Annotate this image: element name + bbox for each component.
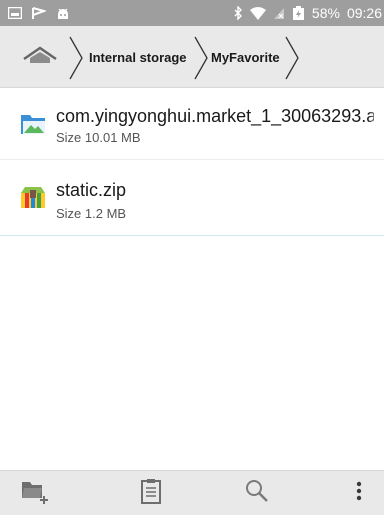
breadcrumb: Internal storage MyFavorite <box>0 26 384 88</box>
more-options-icon <box>356 481 362 506</box>
home-icon <box>20 46 60 74</box>
no-sim-icon <box>273 7 285 20</box>
new-folder-button[interactable] <box>10 471 60 516</box>
more-options-button[interactable] <box>334 471 384 516</box>
search-icon <box>245 479 269 508</box>
screenshot-icon <box>8 7 22 19</box>
status-bar: 58% 09:26 <box>0 0 384 26</box>
clock: 09:26 <box>346 5 382 21</box>
home-button[interactable] <box>20 46 60 70</box>
battery-percent: 58% <box>311 5 340 21</box>
breadcrumb-item-myfavorite[interactable]: MyFavorite <box>211 50 280 65</box>
list-item[interactable]: com.yingyonghui.market_1_30063293.apk Si… <box>0 88 384 160</box>
new-folder-icon <box>20 478 50 509</box>
status-left-icons <box>8 0 70 26</box>
wifi-icon <box>249 6 266 20</box>
bottom-toolbar <box>0 470 384 515</box>
clipboard-icon <box>141 478 161 509</box>
status-right-icons: 58% 09:26 <box>234 0 382 26</box>
breadcrumb-separator <box>194 36 208 80</box>
breadcrumb-item-internal-storage[interactable]: Internal storage <box>89 50 187 65</box>
flag-icon <box>32 6 46 20</box>
search-button[interactable] <box>232 471 282 516</box>
file-name: com.yingyonghui.market_1_30063293.apk <box>56 106 374 126</box>
breadcrumb-separator <box>69 36 83 80</box>
file-size: Size 1.2 MB <box>56 206 127 221</box>
file-size: Size 10.01 MB <box>56 130 141 145</box>
file-name: static.zip <box>56 180 127 200</box>
breadcrumb-separator <box>285 36 299 80</box>
image-file-icon <box>20 112 46 138</box>
battery-icon <box>292 6 305 20</box>
bluetooth-icon <box>234 6 243 20</box>
zip-archive-icon <box>20 185 46 211</box>
android-icon <box>56 7 70 20</box>
text-fade <box>368 104 384 130</box>
clipboard-button[interactable] <box>126 471 176 516</box>
list-item[interactable]: static.zip Size 1.2 MB <box>0 160 384 236</box>
